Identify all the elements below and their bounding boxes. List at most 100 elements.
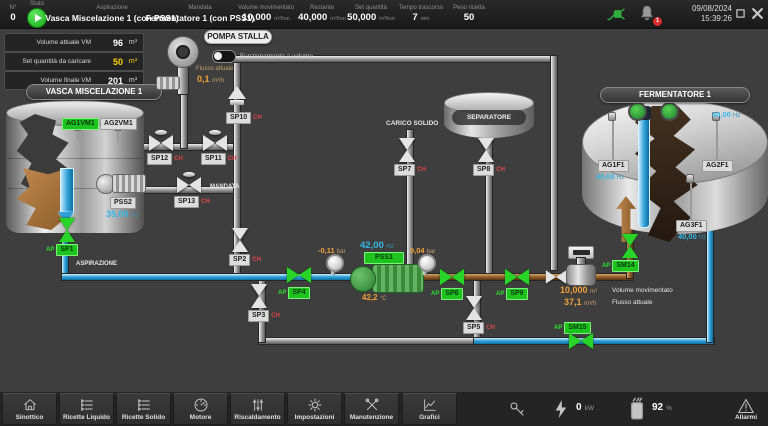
pipe-recirc-down <box>551 56 557 270</box>
agitator-ag2f1-frequency: 40,00 Hz <box>712 110 740 119</box>
volume-movimentato-column: Volume movimentato 10,000m³/ton <box>238 0 294 28</box>
pump-pss2-frequency: 35,00 Hz <box>106 209 138 219</box>
pump-pss1[interactable] <box>350 262 426 294</box>
power-plug-icon <box>606 6 626 22</box>
toolbar-button-riscaldamento[interactable]: Riscaldamento <box>230 393 285 425</box>
set-quantita-row[interactable]: Set quantità da caricare 50 m³ <box>4 52 144 71</box>
valve-sm14-tag: APSM14 <box>602 260 639 272</box>
valve-sp1-tag: APSP1 <box>46 244 78 256</box>
pump-pss1-temperature: 42,2 °C <box>362 293 387 302</box>
funzionamento-volume-toggle[interactable] <box>212 50 236 63</box>
valve-sp8[interactable] <box>477 138 495 162</box>
toolbar-button-grafici[interactable]: Grafici <box>402 393 457 425</box>
datetime: 09/08/2024 15:39:26 <box>686 4 732 24</box>
separator-vessel: SEPARATORE <box>444 92 534 142</box>
valve-sp10-tag: SP10CH <box>226 112 262 124</box>
gauge-icon <box>193 397 209 413</box>
valve-sp3[interactable] <box>250 284 268 308</box>
alarm-count-badge: 1 <box>653 17 662 26</box>
flowmeter-volume-label: Volume movimentato <box>612 287 673 294</box>
power-consumption: 0kW <box>576 402 594 413</box>
maximize-window-icon[interactable] <box>736 9 745 18</box>
valve-sp3-tag: SP3CH <box>248 310 280 322</box>
valve-sp11[interactable] <box>203 134 227 152</box>
pompa-stalla-title: POMPA STALLA <box>204 30 272 44</box>
valve-sp2-tag: SP2CH <box>229 254 261 266</box>
sliders-icon <box>250 397 266 413</box>
set-quantita-column: Set quantità 50,000m³/ton <box>343 0 399 28</box>
toolbar-button-motore[interactable]: Motore <box>173 393 228 425</box>
valve-sp5[interactable] <box>465 296 483 320</box>
valve-sp1[interactable] <box>58 218 76 242</box>
fermenter-motor-2 <box>660 102 679 121</box>
power-bolt-icon <box>552 397 570 421</box>
pump-pss2-label[interactable]: PSS2 <box>110 197 136 209</box>
valve-sp12[interactable] <box>149 134 173 152</box>
flowmeter-volume: 10,000 m³ <box>560 285 597 295</box>
mandata-pipe-label: MANDATA <box>210 184 239 190</box>
flowmeter-flow: 37,1 m³/h <box>564 297 596 307</box>
agitator-ag2vm1-label[interactable]: AG2VM1 <box>100 118 137 130</box>
pump-pss2-motor <box>112 174 146 193</box>
valve-sp7-tag: SP7CH <box>394 164 426 176</box>
valve-sp12-tag: SP12CH <box>147 153 183 165</box>
toolbar-button-impostazioni[interactable]: Impostazioni <box>287 393 342 425</box>
fermenter-motor-1 <box>628 102 647 121</box>
valve-sp5-tag: SP5CH <box>463 322 495 334</box>
pipe-aspirazione <box>62 274 362 280</box>
suction-pressure-gauge <box>326 254 344 272</box>
valve-sp6[interactable] <box>440 268 464 286</box>
agitator-ag1vm1-label[interactable]: AG1VM1 <box>62 118 99 130</box>
flowmeter-body <box>566 264 596 286</box>
close-window-icon[interactable] <box>751 7 764 20</box>
gear-icon <box>307 397 323 413</box>
pipe-pompa-stalla-down <box>181 92 187 148</box>
mixing-tank-title: VASCA MISCELAZIONE 1 <box>26 84 162 100</box>
separator-label: SEPARATORE <box>452 110 526 125</box>
valve-sm15[interactable] <box>569 332 593 350</box>
valve-sp7[interactable] <box>398 138 416 162</box>
valve-sp10-arrow <box>228 86 246 99</box>
recipe-list-icon <box>79 397 95 413</box>
toolbar-button-ricette-solido[interactable]: Ricette Solido <box>116 393 171 425</box>
agitator-ag1f1-label[interactable]: AG1F1 <box>598 160 629 172</box>
peso-ricetta-column: Peso ricetta 50 <box>444 0 494 28</box>
aspirazione-pipe-label: ASPIRAZIONE <box>76 261 117 267</box>
discharge-pressure-gauge <box>418 254 436 272</box>
alarm-bell-button[interactable]: 1 <box>638 4 658 24</box>
valve-sp2[interactable] <box>231 228 249 252</box>
fermenter-title: FERMENTATORE 1 <box>600 87 750 103</box>
carico-solido-label: CARICO SOLIDO <box>386 120 438 127</box>
agitator-ag1f1-frequency: 40,00 Hz <box>596 172 624 181</box>
bottom-toolbar: Sinottico Ricette Liquido Ricette Solido… <box>0 392 768 426</box>
tank-level-icon <box>628 397 646 421</box>
toolbar-button-ricette-liquido[interactable]: Ricette Liquido <box>59 393 114 425</box>
valve-sp9-tag: APSP9 <box>496 288 528 300</box>
toolbar-button-allarmi[interactable]: Allarmi <box>724 393 768 425</box>
pompa-stalla-pump[interactable] <box>167 36 199 68</box>
agitator-ag3f1-label[interactable]: AG3F1 <box>676 220 707 232</box>
valve-sp4-tag: APSP4 <box>278 287 310 299</box>
volume-attuale-row: Volume attuale VM 96 m³ <box>4 33 144 52</box>
valve-sp10[interactable] <box>230 100 244 105</box>
valve-sp4[interactable] <box>287 266 311 284</box>
key-icon[interactable] <box>508 400 526 418</box>
valve-sm14[interactable] <box>621 234 639 258</box>
recipe-list-icon <box>136 397 152 413</box>
toolbar-button-sinottico[interactable]: Sinottico <box>2 393 57 425</box>
valve-sp6-tag: APSP6 <box>431 288 463 300</box>
agitator-ag2f1-label[interactable]: AG2F1 <box>702 160 733 172</box>
valve-sp13[interactable] <box>177 176 201 194</box>
tempo-trascorso-column: Tempo trascorso 7min <box>396 0 446 28</box>
valve-recirc-junction <box>546 269 566 284</box>
toolbar-button-manutenzione[interactable]: Manutenzione <box>344 393 399 425</box>
hmi-synoptic-screen: N° 0 Stato Aspirazione Vasca Miscelazion… <box>0 0 768 426</box>
toggle-label: Funzionamento a volume <box>240 53 313 60</box>
valve-sp13-tag: SP13CH <box>174 196 210 208</box>
home-icon <box>22 397 38 413</box>
pipe-bottom-blue <box>474 338 714 344</box>
valve-sp9[interactable] <box>505 268 529 286</box>
flowmeter-flow-label: Flusso attuale <box>612 299 652 306</box>
valve-sp8-tag: SP8CH <box>473 164 505 176</box>
warning-triangle-icon <box>737 398 755 414</box>
